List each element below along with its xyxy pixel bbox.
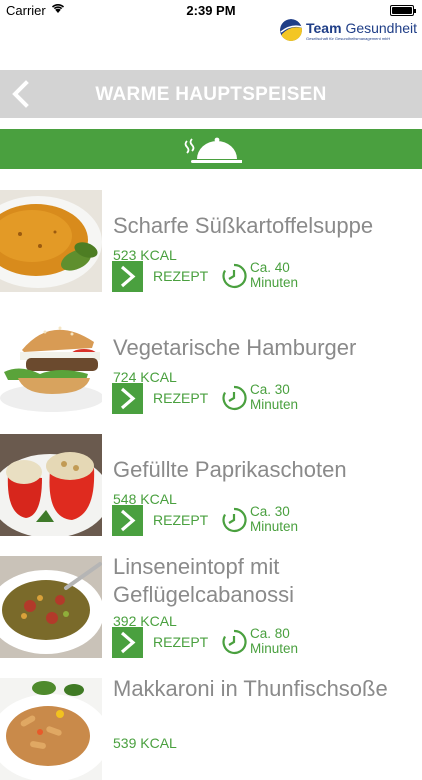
- cloche-icon: [184, 137, 242, 163]
- brand-tagline: Gesellschaft für Gesundheitsmanagement m…: [306, 36, 391, 41]
- recipe-image-soup: [0, 190, 102, 292]
- recipe-duration: Ca. 40 Minuten: [250, 260, 299, 290]
- list-item[interactable]: Gefüllte Paprikaschoten 548 KCAL REZEPT …: [0, 434, 422, 536]
- brand-logo: Team Gesundheit Gesellschaft für Gesundh…: [280, 19, 420, 45]
- recipe-image-burger: [0, 312, 102, 414]
- recipe-link[interactable]: REZEPT: [153, 390, 208, 406]
- clock-icon: [222, 507, 247, 533]
- recipe-link[interactable]: REZEPT: [153, 512, 208, 528]
- recipe-kcal: 539 KCAL: [113, 735, 177, 751]
- navigation-bar: WARME HAUPTSPEISEN: [0, 70, 422, 118]
- recipe-link[interactable]: REZEPT: [153, 268, 208, 284]
- list-item[interactable]: Makkaroni in Thunfischsoße 539 KCAL: [0, 676, 422, 780]
- recipe-name: Scharfe Süßkartoffelsuppe: [113, 213, 374, 238]
- list-item[interactable]: Linseneintopf mit Geflügelcabanossi 392 …: [0, 554, 422, 658]
- list-item[interactable]: Vegetarische Hamburger 724 KCAL REZEPT C…: [0, 312, 422, 414]
- brand-name: Team Gesundheit: [306, 20, 418, 36]
- recipe-duration: Ca. 30 Minuten: [250, 504, 299, 534]
- recipe-open-button[interactable]: [112, 261, 143, 292]
- recipe-link[interactable]: REZEPT: [153, 634, 208, 650]
- recipe-name: Linseneintopf mit Geflügelcabanossi: [113, 554, 295, 607]
- recipe-name: Gefüllte Paprikaschoten: [113, 457, 347, 482]
- battery-icon: [390, 5, 416, 16]
- recipe-image-lentil-stew: [0, 556, 102, 658]
- recipe-open-button[interactable]: [112, 505, 143, 536]
- clock-icon: [222, 385, 247, 411]
- recipe-image-pasta: [0, 678, 102, 780]
- category-banner: [0, 129, 422, 169]
- page-title: WARME HAUPTSPEISEN: [95, 84, 327, 105]
- recipe-name: Makkaroni in Thunfischsoße: [113, 676, 388, 701]
- clock-icon: [222, 263, 247, 289]
- recipe-duration: Ca. 30 Minuten: [250, 382, 299, 412]
- logo-mark-icon: [280, 19, 302, 41]
- list-item[interactable]: Scharfe Süßkartoffelsuppe 523 KCAL REZEP…: [0, 190, 422, 292]
- recipe-image-peppers: [0, 434, 102, 536]
- clock-icon: [222, 629, 247, 655]
- recipe-open-button[interactable]: [112, 383, 143, 414]
- recipe-open-button[interactable]: [112, 627, 143, 658]
- recipe-duration: Ca. 80 Minuten: [250, 626, 299, 656]
- recipe-name: Vegetarische Hamburger: [113, 335, 357, 360]
- clock-time: 2:39 PM: [186, 3, 236, 18]
